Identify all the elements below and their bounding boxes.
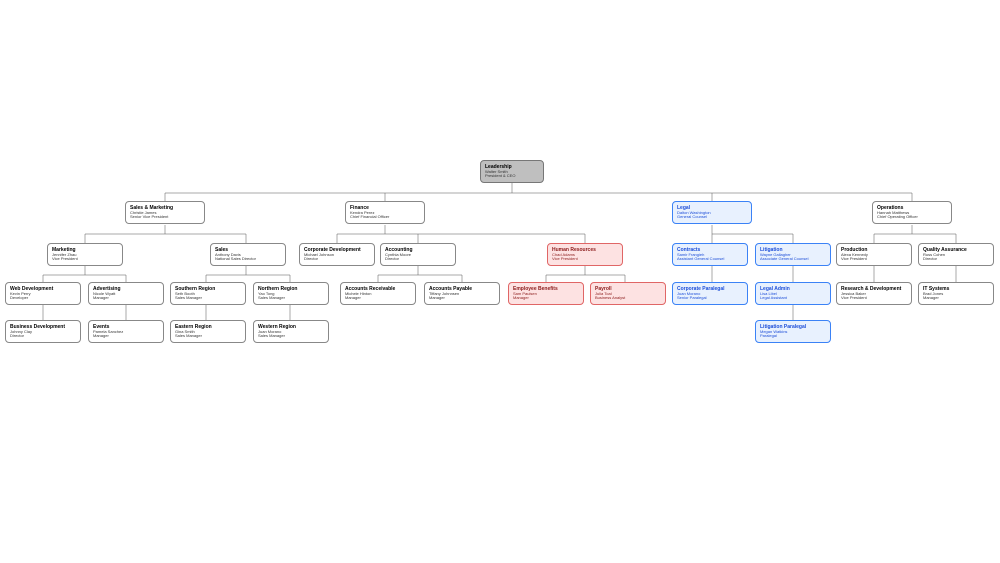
node-legal[interactable]: Legal Dalton Washington General Counsel bbox=[672, 201, 752, 224]
node-role: Director bbox=[923, 257, 989, 262]
node-legal-admin[interactable]: Legal Admin Lisa Libel Legal Assistant bbox=[755, 282, 831, 305]
node-accounts-receivable[interactable]: Accounts Receivable Michele Hinton Manag… bbox=[340, 282, 416, 305]
node-role: Director bbox=[304, 257, 370, 262]
node-role: Legal Assistant bbox=[760, 296, 826, 301]
node-northern-region[interactable]: Northern Region Yao Tong Sales Manager bbox=[253, 282, 329, 305]
node-role: Sales Manager bbox=[175, 296, 241, 301]
node-role: Director bbox=[385, 257, 451, 262]
node-southern-region[interactable]: Southern Region Seth Booth Sales Manager bbox=[170, 282, 246, 305]
node-leadership[interactable]: Leadership Walter Smith President & CEO bbox=[480, 160, 544, 183]
node-advertising[interactable]: Advertising Nicole Wyatt Manager bbox=[88, 282, 164, 305]
node-role: Chief Financial Officer bbox=[350, 215, 420, 220]
node-sales-marketing[interactable]: Sales & Marketing Christie James Senior … bbox=[125, 201, 205, 224]
node-production[interactable]: Production Alexa Kennedy Vice President bbox=[836, 243, 912, 266]
node-role: Business Analyst bbox=[595, 296, 661, 301]
node-role: Manager bbox=[513, 296, 579, 301]
node-role: National Sales Director bbox=[215, 257, 281, 262]
node-marketing[interactable]: Marketing Jennifer Zhau Vice President bbox=[47, 243, 123, 266]
node-role: Manager bbox=[93, 334, 159, 339]
node-human-resources[interactable]: Human Resources Chad Adams Vice Presiden… bbox=[547, 243, 623, 266]
node-accounts-payable[interactable]: Accounts Payable Tiffany Johnnsen Manage… bbox=[424, 282, 500, 305]
node-role: Director bbox=[10, 334, 76, 339]
node-role: Manager bbox=[429, 296, 495, 301]
node-western-region[interactable]: Western Region Juan Morano Sales Manager bbox=[253, 320, 329, 343]
node-accounting[interactable]: Accounting Cynthia Moore Director bbox=[380, 243, 456, 266]
node-corporate-development[interactable]: Corporate Development Michael Johnson Di… bbox=[299, 243, 375, 266]
node-finance[interactable]: Finance Kendra Perez Chief Financial Off… bbox=[345, 201, 425, 224]
node-role: Associate General Counsel bbox=[760, 257, 826, 262]
node-role: Vice President bbox=[552, 257, 618, 262]
node-business-development[interactable]: Business Development Johnny Clay Directo… bbox=[5, 320, 81, 343]
node-payroll[interactable]: Payroll Julia Toal Business Analyst bbox=[590, 282, 666, 305]
node-role: Assistant General Counsel bbox=[677, 257, 743, 262]
node-web-development[interactable]: Web Development Kevin Perry Developer bbox=[5, 282, 81, 305]
node-role: Sales Manager bbox=[258, 296, 324, 301]
node-role: Vice President bbox=[841, 296, 907, 301]
node-role: Manager bbox=[923, 296, 989, 301]
node-role: Sales Manager bbox=[175, 334, 241, 339]
node-role: President & CEO bbox=[485, 174, 539, 179]
node-litigation[interactable]: Litigation Wayne Gallagher Associate Gen… bbox=[755, 243, 831, 266]
node-role: Senior Vice President bbox=[130, 215, 200, 220]
node-employee-benefits[interactable]: Employee Benefits Sam Paulsen Manager bbox=[508, 282, 584, 305]
node-research-development[interactable]: Research & Development Jessica Baker Vic… bbox=[836, 282, 912, 305]
node-role: Paralegal bbox=[760, 334, 826, 339]
node-role: Sales Manager bbox=[258, 334, 324, 339]
node-role: Manager bbox=[93, 296, 159, 301]
node-litigation-paralegal[interactable]: Litigation Paralegal Megan Watkins Paral… bbox=[755, 320, 831, 343]
node-role: Manager bbox=[345, 296, 411, 301]
node-role: Chief Operating Officer bbox=[877, 215, 947, 220]
node-role: Vice President bbox=[52, 257, 118, 262]
node-contracts[interactable]: Contracts Samir Frangieh Assistant Gener… bbox=[672, 243, 748, 266]
node-role: Vice President bbox=[841, 257, 907, 262]
node-role: Senior Paralegal bbox=[677, 296, 743, 301]
node-operations[interactable]: Operations Hannah Matthews Chief Operati… bbox=[872, 201, 952, 224]
node-sales[interactable]: Sales Anthony Davis National Sales Direc… bbox=[210, 243, 286, 266]
node-eastern-region[interactable]: Eastern Region Gina Smith Sales Manager bbox=[170, 320, 246, 343]
node-role: Developer bbox=[10, 296, 76, 301]
node-events[interactable]: Events Pamela Sanchez Manager bbox=[88, 320, 164, 343]
node-role: General Counsel bbox=[677, 215, 747, 220]
node-corporate-paralegal[interactable]: Corporate Paralegal Juan Morano Senior P… bbox=[672, 282, 748, 305]
node-quality-assurance[interactable]: Quality Assurance Russ Cohen Director bbox=[918, 243, 994, 266]
node-it-systems[interactable]: IT Systems Brad Jones Manager bbox=[918, 282, 994, 305]
